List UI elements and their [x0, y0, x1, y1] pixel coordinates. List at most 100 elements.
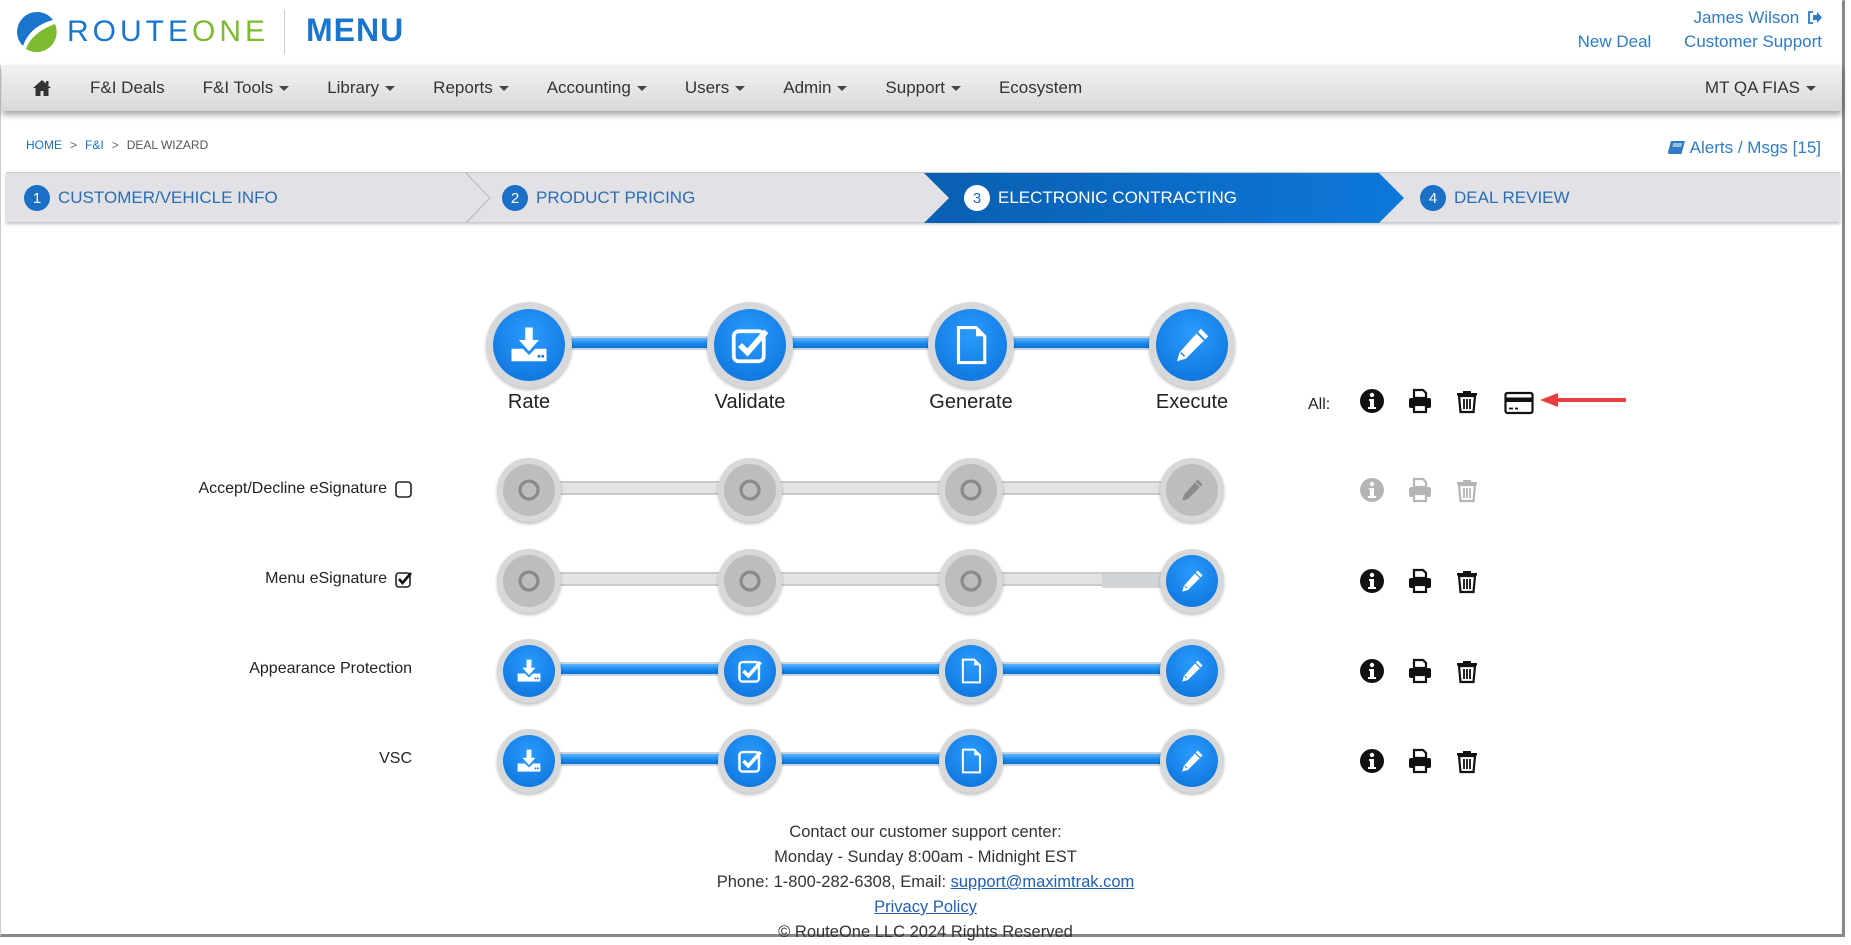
step-label: PRODUCT PRICING — [536, 188, 696, 207]
info-icon[interactable] — [1359, 658, 1385, 684]
trash-icon[interactable] — [1454, 748, 1480, 774]
nav-users[interactable]: Users — [685, 78, 746, 98]
stage-node-execute[interactable] — [1149, 302, 1235, 388]
logo-mark-icon — [17, 12, 57, 53]
stage-node-execute[interactable] — [1160, 729, 1224, 793]
wizard-step-3[interactable]: 3 ELECTRONIC CONTRACTING — [964, 173, 1237, 223]
print-icon[interactable] — [1407, 388, 1433, 414]
stage-node-generate[interactable] — [939, 729, 1003, 793]
stage-node-rate[interactable] — [486, 302, 572, 388]
nav-accounting[interactable]: Accounting — [547, 78, 647, 98]
stage-node-validate[interactable] — [718, 639, 782, 703]
nav-admin[interactable]: Admin — [783, 78, 848, 98]
circle-icon — [958, 477, 984, 503]
stage-node-execute[interactable] — [1160, 639, 1224, 703]
support-email-link[interactable]: support@maximtrak.com — [951, 873, 1135, 891]
stage-node-inner — [724, 735, 776, 787]
stage-node-generate[interactable] — [939, 549, 1003, 613]
trash-icon[interactable] — [1454, 568, 1480, 594]
circle-icon — [958, 568, 984, 594]
logo-text: ROUTEONE — [67, 15, 269, 49]
stage-node-validate[interactable] — [718, 729, 782, 793]
progress-connector — [529, 572, 750, 586]
trash-icon — [1454, 477, 1480, 503]
nav-label: Accounting — [546, 78, 631, 97]
new-deal-link[interactable]: New Deal — [1578, 32, 1652, 51]
check-square-icon — [730, 325, 770, 365]
stage-node-rate[interactable] — [497, 729, 561, 793]
info-icon[interactable] — [1359, 568, 1385, 594]
pencil-icon — [1179, 748, 1205, 774]
footer-contact: Contact our customer support center: — [789, 823, 1062, 841]
download-icon — [516, 658, 542, 684]
sign-out-icon[interactable] — [1807, 11, 1822, 24]
stage-node-inner — [1166, 464, 1218, 516]
dealer-selector[interactable]: MT QA FIAS — [1705, 78, 1816, 98]
wizard-step-2[interactable]: 2 PRODUCT PRICING — [502, 173, 695, 223]
stage-node-validate[interactable] — [707, 302, 793, 388]
app-title: MENU — [306, 12, 405, 48]
esignature-checkbox[interactable] — [395, 571, 412, 588]
nav-reports[interactable]: Reports — [433, 78, 509, 98]
alerts-link[interactable]: Alerts / Msgs [15] — [1667, 138, 1821, 158]
pencil-icon — [1179, 477, 1205, 503]
stage-node-inner — [724, 464, 776, 516]
info-icon — [1359, 477, 1385, 503]
stage-node-rate[interactable] — [497, 549, 561, 613]
stage-node-generate[interactable] — [939, 639, 1003, 703]
stage-node-execute[interactable] — [1160, 458, 1224, 522]
stage-node-generate[interactable] — [928, 302, 1014, 388]
breadcrumb-home[interactable]: HOME — [26, 138, 62, 152]
privacy-policy-link[interactable]: Privacy Policy — [874, 898, 977, 916]
product-row-label: Accept/Decline eSignature — [198, 480, 412, 498]
print-icon[interactable] — [1407, 658, 1433, 684]
nav-label: Library — [327, 78, 380, 97]
stage-node-rate[interactable] — [497, 458, 561, 522]
stage-node-validate[interactable] — [718, 458, 782, 522]
download-icon — [509, 325, 549, 365]
stage-node-inner — [724, 645, 776, 697]
print-icon[interactable] — [1407, 748, 1433, 774]
wizard-step-4[interactable]: 4 DEAL REVIEW — [1420, 173, 1570, 223]
product-row-label: Menu eSignature — [265, 570, 412, 588]
product-name: VSC — [379, 750, 412, 767]
nav-fi-deals[interactable]: F&I Deals — [90, 78, 165, 98]
nav-ecosystem[interactable]: Ecosystem — [999, 78, 1082, 98]
progress-connector — [971, 752, 1192, 766]
stage-node-inner — [503, 555, 555, 607]
nav-library[interactable]: Library — [327, 78, 396, 98]
credit-card-icon[interactable] — [1504, 388, 1534, 415]
wizard-step-1[interactable]: 1 CUSTOMER/VEHICLE INFO — [24, 173, 278, 223]
progress-connector — [750, 662, 971, 676]
circle-icon — [737, 477, 763, 503]
step-number: 3 — [964, 185, 990, 211]
dealer-name: MT QA FIAS — [1704, 78, 1800, 97]
nav-fi-tools[interactable]: F&I Tools — [203, 78, 290, 98]
user-menu[interactable]: James Wilson — [1550, 8, 1822, 28]
trash-icon[interactable] — [1454, 658, 1480, 684]
stage-node-rate[interactable] — [497, 639, 561, 703]
step-divider — [465, 173, 491, 223]
trash-icon[interactable] — [1454, 388, 1480, 414]
header-links: New Deal Customer Support — [1550, 32, 1822, 52]
print-icon[interactable] — [1407, 568, 1433, 594]
esignature-checkbox[interactable] — [395, 480, 412, 498]
book-icon — [1667, 141, 1685, 154]
header: ROUTEONE MENU James Wilson New Deal Cust… — [0, 0, 1842, 65]
routeone-logo[interactable]: ROUTEONE — [15, 10, 269, 54]
info-icon[interactable] — [1359, 748, 1385, 774]
customer-support-link[interactable]: Customer Support — [1684, 32, 1822, 51]
info-icon[interactable] — [1359, 388, 1385, 414]
stage-node-generate[interactable] — [939, 458, 1003, 522]
stage-node-inner — [1166, 645, 1218, 697]
breadcrumb-fi[interactable]: F&I — [85, 138, 104, 152]
product-row-label: VSC — [379, 750, 412, 768]
stage-node-validate[interactable] — [718, 549, 782, 613]
nav-home[interactable] — [32, 79, 52, 97]
nav-support[interactable]: Support — [885, 78, 961, 98]
stage-node-inner — [945, 464, 997, 516]
stage-node-execute[interactable] — [1160, 549, 1224, 613]
all-actions-label: All: — [1308, 396, 1331, 413]
caret-down-icon — [837, 85, 848, 91]
stage-label-validate: Validate — [714, 391, 786, 413]
